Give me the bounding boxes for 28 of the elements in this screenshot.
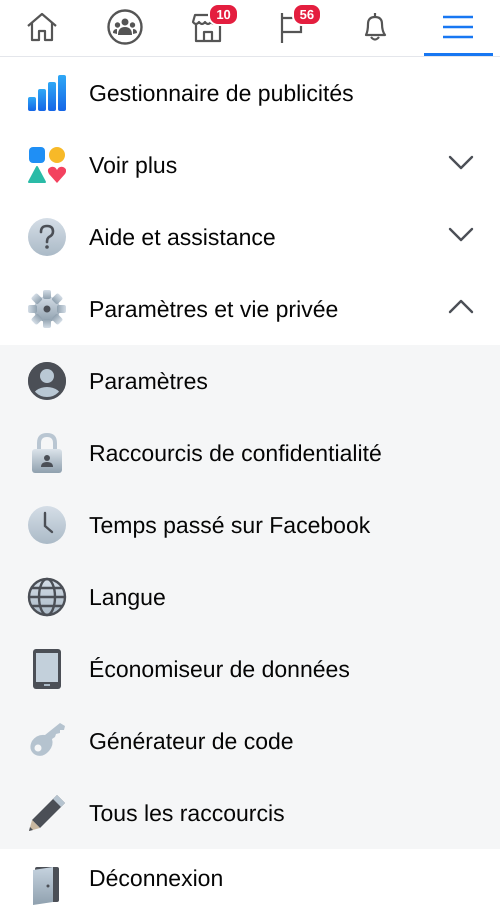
padlock-icon (30, 432, 64, 474)
menu-item[interactable]: Voir plus (0, 129, 500, 201)
menu-item[interactable]: Langue (0, 561, 500, 633)
menu-item[interactable]: Tous les raccourcis (0, 777, 500, 849)
menu-item[interactable]: Temps passé sur Facebook (0, 489, 500, 561)
menu-icon (441, 12, 476, 40)
nav-tab[interactable]: 56 (256, 0, 326, 56)
bar-chart-icon (27, 75, 67, 111)
nav-tab[interactable]: 10 (174, 0, 243, 56)
menu-item[interactable]: Gestionnaire de publicités (0, 57, 500, 129)
notification-badge: 56 (292, 2, 322, 26)
notification-badge: 10 (208, 2, 239, 26)
globe-icon (27, 577, 67, 617)
phone-icon (32, 648, 62, 690)
menu-item[interactable]: Paramètres et vie privée (0, 273, 500, 345)
profile-icon (27, 361, 67, 401)
menu-item[interactable]: Économiseur de données (0, 633, 500, 705)
menu-item[interactable]: Déconnexion (0, 849, 500, 907)
question-icon (27, 217, 67, 257)
menu-item[interactable]: Aide et assistance (0, 201, 500, 273)
menu-item[interactable]: Raccourcis de confidentialité (0, 417, 500, 489)
clock-icon (27, 505, 67, 545)
gear-icon (27, 289, 67, 329)
menu-item[interactable]: Générateur de code (0, 705, 500, 777)
shapes-icon (28, 146, 66, 184)
menu-item[interactable]: Paramètres (0, 345, 500, 417)
pencil-icon (27, 793, 67, 833)
group-icon (106, 8, 144, 46)
